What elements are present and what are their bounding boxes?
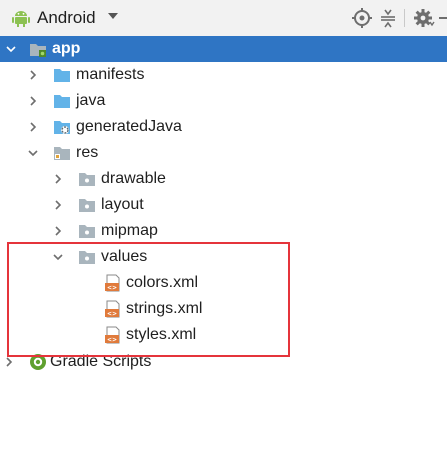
tree-item-strings-xml[interactable]: <> strings.xml bbox=[0, 296, 447, 322]
chevron-right-icon[interactable] bbox=[28, 96, 38, 106]
chevron-down-icon[interactable] bbox=[6, 44, 16, 54]
tree-item-label: strings.xml bbox=[126, 300, 203, 317]
chevron-right-icon[interactable] bbox=[28, 122, 38, 132]
tree-item-label: manifests bbox=[76, 66, 145, 83]
tree-item-label: colors.xml bbox=[126, 274, 199, 291]
tree-item-gradle-scripts[interactable]: Gradle Scripts bbox=[0, 349, 447, 375]
folder-icon bbox=[79, 173, 95, 186]
gradle-icon bbox=[30, 354, 46, 370]
hide-icon[interactable] bbox=[437, 7, 447, 29]
tree-item-java[interactable]: java bbox=[0, 88, 447, 114]
svg-text:<>: <> bbox=[107, 337, 117, 344]
folder-icon bbox=[79, 225, 95, 238]
tree-item-label: values bbox=[101, 248, 148, 265]
xml-file-icon: <> bbox=[105, 300, 120, 318]
chevron-right-icon[interactable] bbox=[53, 226, 63, 236]
tree-item-res[interactable]: res bbox=[0, 140, 447, 166]
tree-item-label: app bbox=[52, 40, 81, 57]
collapse-icon[interactable] bbox=[377, 7, 399, 29]
chevron-down-icon[interactable] bbox=[53, 252, 63, 262]
chevron-right-icon[interactable] bbox=[53, 174, 63, 184]
tree-item-label: res bbox=[76, 144, 99, 161]
tree-item-values[interactable]: values bbox=[0, 244, 447, 270]
chevron-right-icon[interactable] bbox=[4, 357, 14, 367]
toolbar-separator bbox=[404, 9, 405, 27]
project-toolbar: Android bbox=[0, 0, 447, 37]
tree-item-layout[interactable]: layout bbox=[0, 192, 447, 218]
chevron-right-icon[interactable] bbox=[53, 200, 63, 210]
locate-icon[interactable] bbox=[351, 7, 373, 29]
tree-item-styles-xml[interactable]: <> styles.xml bbox=[0, 322, 447, 348]
folder-icon bbox=[54, 95, 70, 108]
module-folder-icon bbox=[30, 44, 46, 57]
chevron-down-icon[interactable] bbox=[28, 148, 38, 158]
dropdown-arrow-icon[interactable] bbox=[108, 13, 118, 19]
svg-text:<>: <> bbox=[107, 285, 117, 292]
tree-item-drawable[interactable]: drawable bbox=[0, 166, 447, 192]
tree-item-label: Gradle Scripts bbox=[50, 353, 152, 370]
tree-item-generatedjava[interactable]: generatedJava bbox=[0, 114, 447, 140]
chevron-right-icon[interactable] bbox=[28, 70, 38, 80]
folder-icon bbox=[79, 251, 95, 264]
tree-item-label: java bbox=[76, 92, 106, 109]
tree-item-label: styles.xml bbox=[126, 326, 197, 343]
svg-text:<>: <> bbox=[107, 311, 117, 318]
xml-file-icon: <> bbox=[105, 274, 120, 292]
tree-item-mipmap[interactable]: mipmap bbox=[0, 218, 447, 244]
folder-icon bbox=[54, 69, 70, 82]
folder-icon bbox=[79, 199, 95, 212]
android-icon bbox=[12, 11, 30, 27]
generated-folder-icon bbox=[54, 121, 70, 134]
view-selector-label[interactable]: Android bbox=[37, 7, 96, 29]
tree-item-app[interactable]: app bbox=[0, 36, 447, 62]
tree-item-manifests[interactable]: manifests bbox=[0, 62, 447, 88]
tree-item-label: generatedJava bbox=[76, 118, 182, 135]
tree-item-label: layout bbox=[101, 196, 144, 213]
tree-item-label: mipmap bbox=[101, 222, 158, 239]
tree-item-colors-xml[interactable]: <> colors.xml bbox=[0, 270, 447, 296]
settings-gear-icon[interactable] bbox=[413, 7, 435, 29]
xml-file-icon: <> bbox=[105, 326, 120, 344]
resource-folder-icon bbox=[54, 147, 70, 160]
tree-item-label: drawable bbox=[101, 170, 166, 187]
